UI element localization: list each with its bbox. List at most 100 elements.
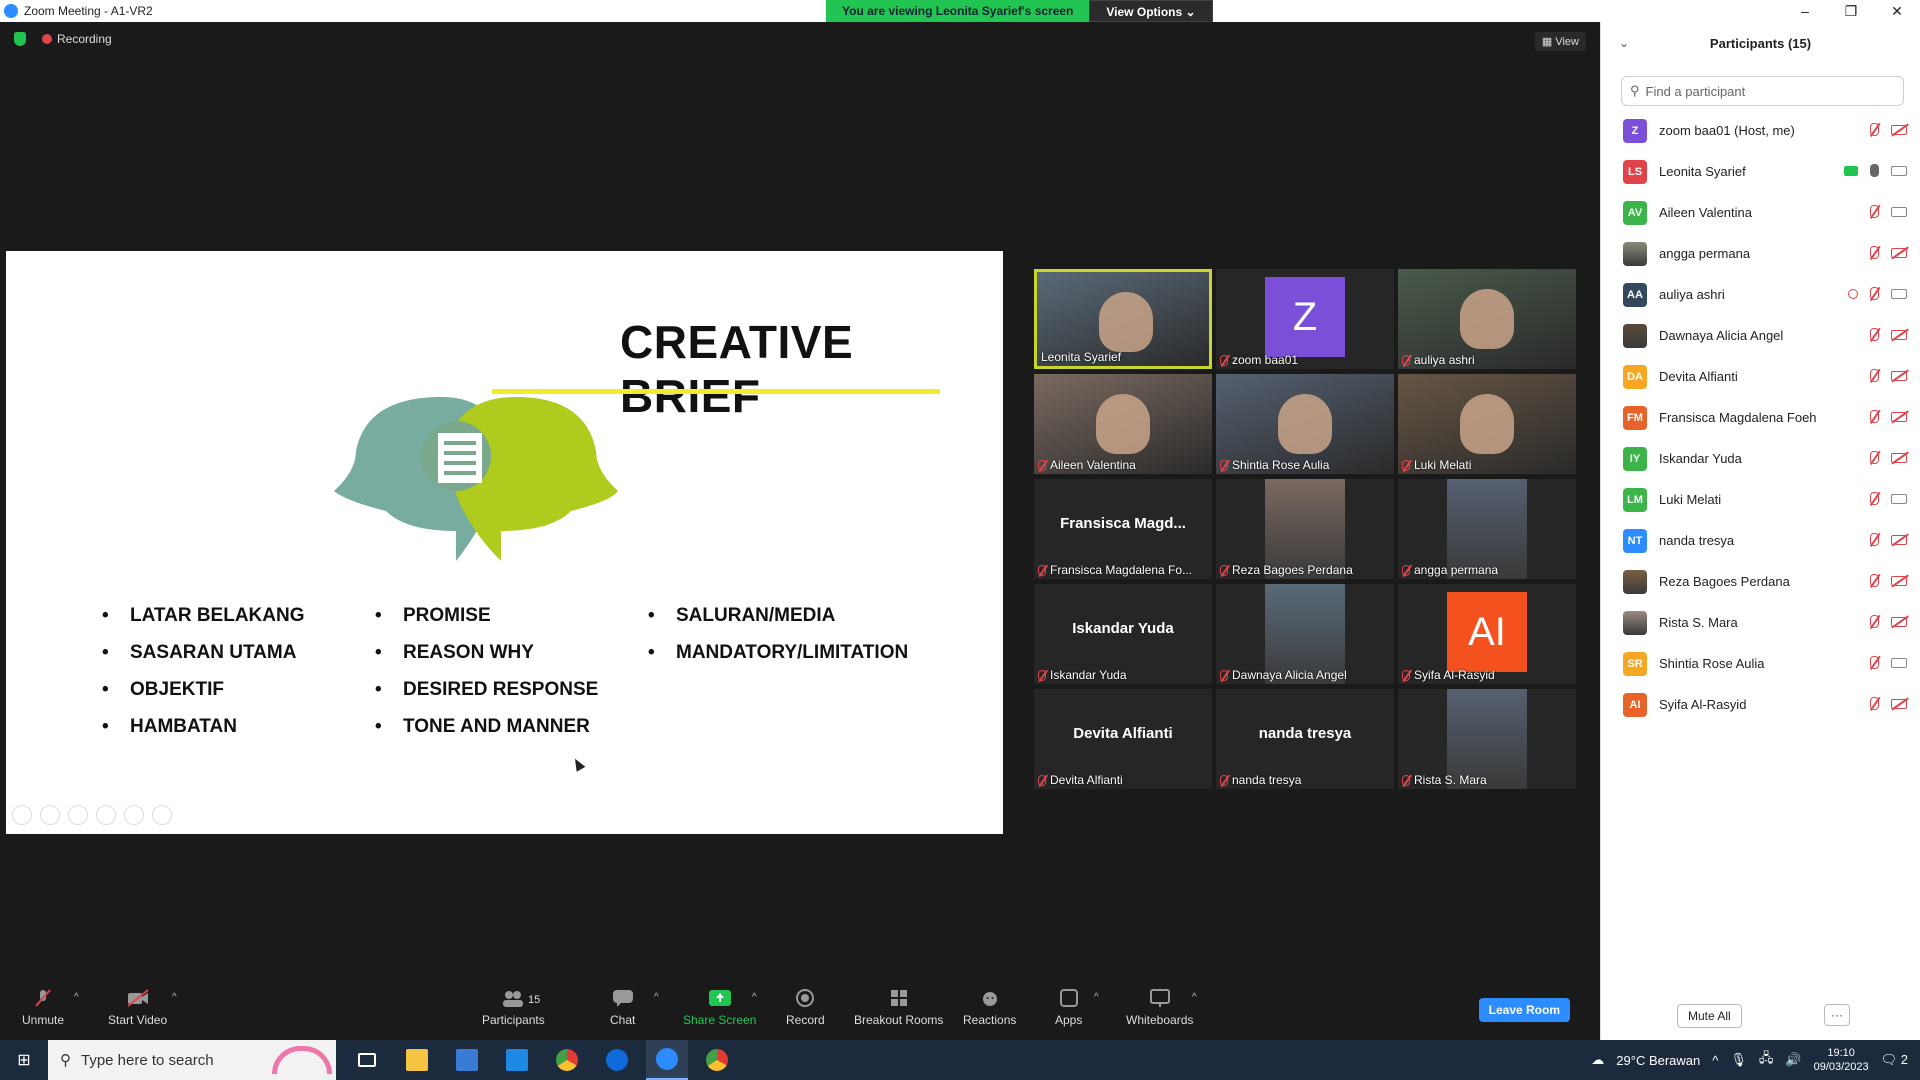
muted-mic-icon[interactable] — [1870, 328, 1879, 341]
video-off-icon[interactable] — [1891, 411, 1907, 422]
weather-label[interactable]: 29°C Berawan — [1616, 1053, 1700, 1068]
prev-slide-icon[interactable] — [12, 805, 32, 825]
video-tile[interactable]: Aileen Valentina — [1034, 374, 1212, 474]
participant-row[interactable]: IY Iskandar Yuda — [1601, 438, 1920, 479]
video-tile[interactable]: nanda tresya nanda tresya — [1216, 689, 1394, 789]
participant-row[interactable]: LM Luki Melati — [1601, 479, 1920, 520]
video-off-icon[interactable] — [1891, 247, 1907, 258]
close-icon[interactable]: ✕ — [1874, 0, 1920, 22]
participant-row[interactable]: DA Devita Alfianti — [1601, 356, 1920, 397]
more-options-button[interactable]: ··· — [1824, 1004, 1850, 1026]
muted-mic-icon[interactable] — [1870, 574, 1879, 587]
next-slide-icon[interactable] — [40, 805, 60, 825]
participant-row[interactable]: FM Fransisca Magdalena Foeh — [1601, 397, 1920, 438]
share-screen-button[interactable]: Share Screen — [683, 988, 756, 1027]
video-off-icon[interactable] — [1891, 452, 1907, 463]
whiteboard-options-chevron-icon[interactable]: ^ — [1192, 992, 1197, 1003]
apps-button[interactable]: Apps — [1055, 988, 1082, 1027]
teamviewer-icon[interactable] — [596, 1040, 638, 1080]
video-tile[interactable]: Luki Melati — [1398, 374, 1576, 474]
video-tile[interactable]: Reza Bagoes Perdana — [1216, 479, 1394, 579]
recording-indicator[interactable]: Recording — [42, 32, 112, 46]
whiteboards-button[interactable]: Whiteboards — [1126, 988, 1193, 1027]
record-button[interactable]: Record — [786, 988, 825, 1027]
video-off-icon[interactable] — [1891, 534, 1907, 545]
video-icon[interactable] — [1891, 206, 1907, 217]
share-options-chevron-icon[interactable]: ^ — [752, 992, 757, 1003]
video-tile[interactable]: Dawnaya Alicia Angel — [1216, 584, 1394, 684]
video-tile[interactable]: Fransisca Magd... Fransisca Magdalena Fo.… — [1034, 479, 1212, 579]
participant-row[interactable]: AI Syifa Al-Rasyid — [1601, 684, 1920, 725]
reactions-button[interactable]: Reactions — [963, 988, 1016, 1027]
task-view-icon[interactable] — [346, 1040, 388, 1080]
chrome-profile-icon[interactable] — [696, 1040, 738, 1080]
mute-all-button[interactable]: Mute All — [1677, 1004, 1742, 1028]
tray-mic-icon[interactable]: 🎙 — [1730, 1052, 1747, 1068]
view-options-button[interactable]: View Options ⌄ — [1089, 0, 1213, 22]
participant-search-input[interactable]: ⚲ Find a participant — [1621, 76, 1904, 106]
notification-icon[interactable]: 🗨 2 — [1881, 1052, 1908, 1068]
video-tile[interactable]: Rista S. Mara — [1398, 689, 1576, 789]
muted-mic-icon[interactable] — [1870, 205, 1879, 218]
audio-options-chevron-icon[interactable]: ^ — [74, 992, 79, 1003]
participant-row[interactable]: Dawnaya Alicia Angel — [1601, 315, 1920, 356]
participant-row[interactable]: AV Aileen Valentina — [1601, 192, 1920, 233]
video-tile[interactable]: AI Syifa Al-Rasyid — [1398, 584, 1576, 684]
clock[interactable]: 19:10 09/03/2023 — [1814, 1046, 1869, 1074]
participant-row[interactable]: AA auliya ashri — [1601, 274, 1920, 315]
mail-icon[interactable] — [496, 1040, 538, 1080]
video-tile[interactable]: auliya ashri — [1398, 269, 1576, 369]
muted-mic-icon[interactable] — [1870, 533, 1879, 546]
network-icon[interactable]: 🖧 — [1759, 1049, 1774, 1071]
taskbar-search-box[interactable]: ⚲ Type here to search — [48, 1040, 336, 1080]
participant-row[interactable]: Reza Bagoes Perdana — [1601, 561, 1920, 602]
video-off-icon[interactable] — [1891, 124, 1907, 135]
more-icon[interactable] — [152, 805, 172, 825]
leave-room-button[interactable]: Leave Room — [1478, 998, 1570, 1022]
participant-row[interactable]: Rista S. Mara — [1601, 602, 1920, 643]
breakout-rooms-button[interactable]: Breakout Rooms — [854, 988, 943, 1027]
muted-mic-icon[interactable] — [1870, 410, 1879, 423]
video-tile[interactable]: Iskandar Yuda Iskandar Yuda — [1034, 584, 1212, 684]
video-tile[interactable]: Devita Alfianti Devita Alfianti — [1034, 689, 1212, 789]
video-tile[interactable]: Zzoom baa01 — [1216, 269, 1394, 369]
chat-button[interactable]: Chat — [610, 988, 635, 1027]
participant-row[interactable]: NT nanda tresya — [1601, 520, 1920, 561]
muted-mic-icon[interactable] — [1870, 697, 1879, 710]
video-icon[interactable] — [1891, 165, 1907, 176]
chrome-icon[interactable] — [546, 1040, 588, 1080]
video-off-icon[interactable] — [1891, 698, 1907, 709]
security-shield-icon[interactable] — [14, 32, 26, 46]
muted-mic-icon[interactable] — [1870, 451, 1879, 464]
chat-options-chevron-icon[interactable]: ^ — [654, 992, 659, 1003]
start-video-button[interactable]: Start Video — [108, 988, 167, 1027]
apps-options-chevron-icon[interactable]: ^ — [1094, 992, 1099, 1003]
volume-icon[interactable]: 🔊 — [1785, 1052, 1801, 1068]
unmute-button[interactable]: Unmute — [22, 988, 64, 1027]
windows-start-icon[interactable]: ⊞ — [0, 1040, 48, 1080]
muted-mic-icon[interactable] — [1870, 492, 1879, 505]
muted-mic-icon[interactable] — [1870, 656, 1879, 669]
participant-row[interactable]: SR Shintia Rose Aulia — [1601, 643, 1920, 684]
muted-mic-icon[interactable] — [1870, 369, 1879, 382]
participant-row[interactable]: LS Leonita Syarief — [1601, 151, 1920, 192]
video-off-icon[interactable] — [1891, 329, 1907, 340]
video-off-icon[interactable] — [1891, 575, 1907, 586]
zoom-icon[interactable] — [124, 805, 144, 825]
slides-icon[interactable] — [96, 805, 116, 825]
tray-chevron-icon[interactable]: ^ — [1712, 1053, 1718, 1068]
muted-mic-icon[interactable] — [1870, 615, 1879, 628]
restore-icon[interactable]: ❐ — [1828, 0, 1874, 22]
participant-row[interactable]: angga permana — [1601, 233, 1920, 274]
store-icon[interactable] — [446, 1040, 488, 1080]
video-tile[interactable]: angga permana — [1398, 479, 1576, 579]
video-off-icon[interactable] — [1891, 370, 1907, 381]
file-explorer-icon[interactable] — [396, 1040, 438, 1080]
muted-mic-icon[interactable] — [1870, 287, 1879, 300]
weather-icon[interactable]: ☁ — [1591, 1052, 1604, 1068]
muted-mic-icon[interactable] — [1870, 246, 1879, 259]
muted-mic-icon[interactable] — [1870, 123, 1879, 136]
video-tile[interactable]: Shintia Rose Aulia — [1216, 374, 1394, 474]
mic-icon[interactable] — [1870, 164, 1879, 177]
video-options-chevron-icon[interactable]: ^ — [172, 992, 177, 1003]
